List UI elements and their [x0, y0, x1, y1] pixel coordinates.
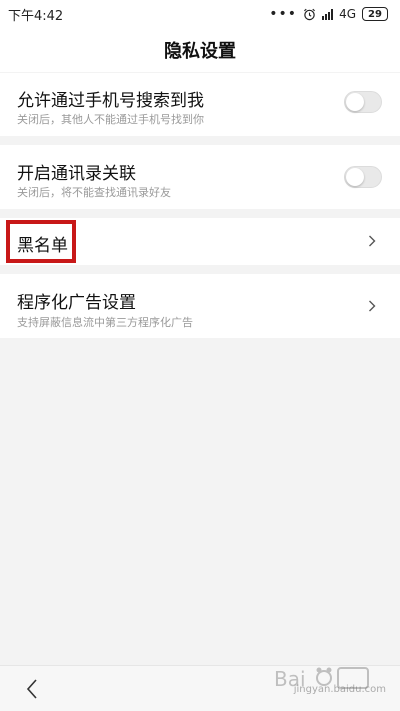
- status-time: 下午4:42: [8, 8, 64, 24]
- alarm-icon: [304, 8, 316, 20]
- setting-phone-search[interactable]: 允许通过手机号搜索到我 关闭后，其他人不能通过手机号找到你: [0, 73, 400, 136]
- setting-phone-search-title: 允许通过手机号搜索到我: [17, 91, 204, 111]
- phone-search-toggle[interactable]: [344, 91, 382, 113]
- chevron-right-icon: [369, 235, 376, 247]
- setting-programmatic-ads-subtitle: 支持屏蔽信息流中第三方程序化广告: [17, 316, 193, 329]
- status-icons: ••• 4G 29: [269, 7, 388, 21]
- toggle-knob: [346, 168, 364, 186]
- setting-programmatic-ads[interactable]: 程序化广告设置 支持屏蔽信息流中第三方程序化广告: [0, 274, 400, 338]
- toggle-knob: [346, 93, 364, 111]
- back-arrow-icon[interactable]: [24, 678, 40, 700]
- more-notifications-icon: •••: [269, 6, 298, 22]
- chevron-right-icon: [369, 300, 376, 312]
- battery-icon: 29: [362, 7, 388, 21]
- setting-contacts-link-subtitle: 关闭后，将不能查找通讯录好友: [17, 186, 171, 199]
- setting-contacts-link-title: 开启通讯录关联: [17, 164, 136, 184]
- highlight-box: [6, 220, 76, 263]
- setting-programmatic-ads-title: 程序化广告设置: [17, 293, 136, 313]
- setting-contacts-link[interactable]: 开启通讯录关联 关闭后，将不能查找通讯录好友: [0, 145, 400, 209]
- status-bar: 下午4:42 ••• 4G 29: [0, 0, 400, 28]
- signal-icon: [322, 8, 334, 20]
- battery-level: 29: [368, 8, 382, 20]
- watermark-url: jingyan.baidu.com: [293, 684, 386, 695]
- page-title-bar: 隐私设置: [0, 28, 400, 72]
- page-title: 隐私设置: [164, 41, 236, 62]
- contacts-link-toggle[interactable]: [344, 166, 382, 188]
- setting-phone-search-subtitle: 关闭后，其他人不能通过手机号找到你: [17, 113, 204, 126]
- network-type: 4G: [339, 7, 356, 21]
